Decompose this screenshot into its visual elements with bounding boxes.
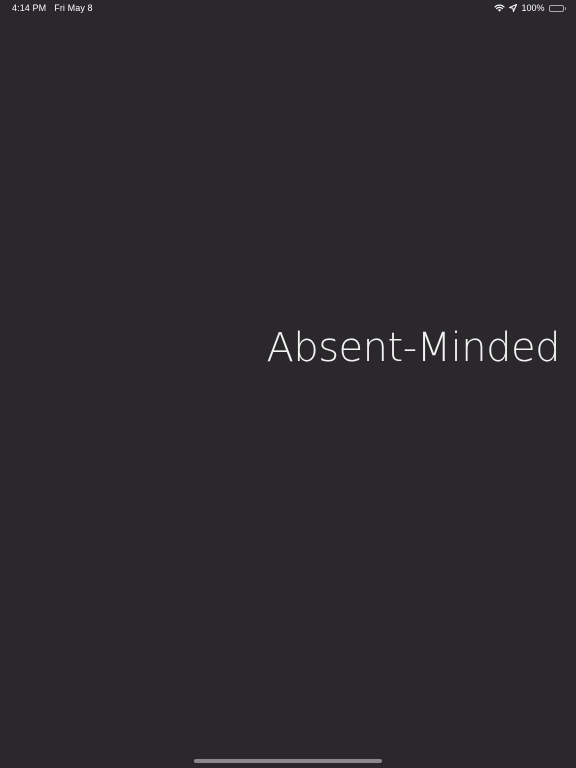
status-date: Fri May 8 bbox=[54, 3, 93, 13]
location-icon bbox=[509, 4, 518, 12]
status-right: 100% bbox=[494, 0, 566, 16]
home-indicator[interactable] bbox=[194, 759, 382, 763]
status-left: 4:14 PM Fri May 8 bbox=[12, 0, 93, 16]
battery-percent: 100% bbox=[521, 3, 545, 13]
battery-icon bbox=[548, 4, 566, 12]
wifi-icon bbox=[494, 4, 506, 12]
status-bar: 4:14 PM Fri May 8 100% bbox=[0, 0, 576, 18]
app-title: Absent-Minded bbox=[266, 325, 560, 371]
status-time: 4:14 PM bbox=[12, 3, 47, 13]
